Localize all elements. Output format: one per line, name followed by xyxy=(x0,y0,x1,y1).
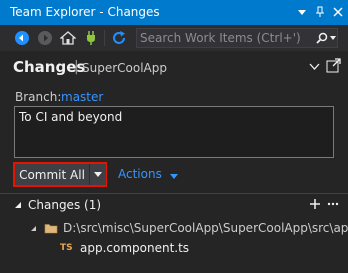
typescript-file-icon: TS xyxy=(60,243,73,253)
chevron-down-icon[interactable] xyxy=(307,58,321,74)
pin-icon[interactable] xyxy=(312,4,328,20)
commit-message-input[interactable] xyxy=(14,106,334,158)
forward-icon[interactable] xyxy=(36,29,54,47)
file-name: app.component.ts xyxy=(80,241,190,255)
folder-path: D:\src\misc\SuperCoolApp\SuperCoolApp\sr… xyxy=(63,221,348,235)
actions-label: Actions xyxy=(118,167,162,181)
branch-label: Branch: xyxy=(15,90,62,104)
more-options-icon[interactable] xyxy=(326,196,340,212)
plug-icon[interactable] xyxy=(82,29,100,47)
folder-tree-item[interactable]: D:\src\misc\SuperCoolApp\SuperCoolApp\sr… xyxy=(30,220,348,236)
commit-all-button[interactable]: Commit All xyxy=(15,164,89,185)
expand-arrow-icon xyxy=(14,201,24,209)
toolbar xyxy=(0,25,348,51)
list-item[interactable]: TS app.component.ts xyxy=(60,240,189,256)
search-input[interactable] xyxy=(140,30,310,46)
search-dropdown-icon[interactable] xyxy=(329,30,337,46)
commit-options-dropdown[interactable] xyxy=(89,164,106,185)
undock-icon[interactable] xyxy=(325,57,341,73)
close-icon[interactable] xyxy=(330,4,346,20)
dropdown-arrow-icon[interactable] xyxy=(294,4,310,20)
dropdown-arrow-icon xyxy=(169,168,178,182)
expand-arrow-icon xyxy=(30,225,40,232)
folder-icon xyxy=(44,223,58,234)
commit-all-button-highlight: Commit All xyxy=(13,162,107,187)
actions-menu[interactable]: Actions xyxy=(118,167,178,182)
title-bar: Team Explorer - Changes xyxy=(0,0,348,25)
back-icon[interactable] xyxy=(13,29,31,47)
title-separator: | xyxy=(74,59,79,75)
changes-section-header[interactable]: Changes (1) xyxy=(14,198,101,212)
home-icon[interactable] xyxy=(59,29,77,47)
branch-link[interactable]: master xyxy=(61,90,103,104)
window-title: Team Explorer - Changes xyxy=(10,5,160,19)
add-icon[interactable] xyxy=(308,196,322,212)
search-box xyxy=(136,28,338,48)
dropdown-arrow-icon xyxy=(94,172,102,177)
toolbar-separator xyxy=(104,30,105,46)
search-icon[interactable] xyxy=(315,30,329,46)
refresh-icon[interactable] xyxy=(110,29,128,47)
repo-name: SuperCoolApp xyxy=(82,61,167,75)
section-divider xyxy=(0,193,348,194)
changes-section-title: Changes (1) xyxy=(28,198,102,212)
